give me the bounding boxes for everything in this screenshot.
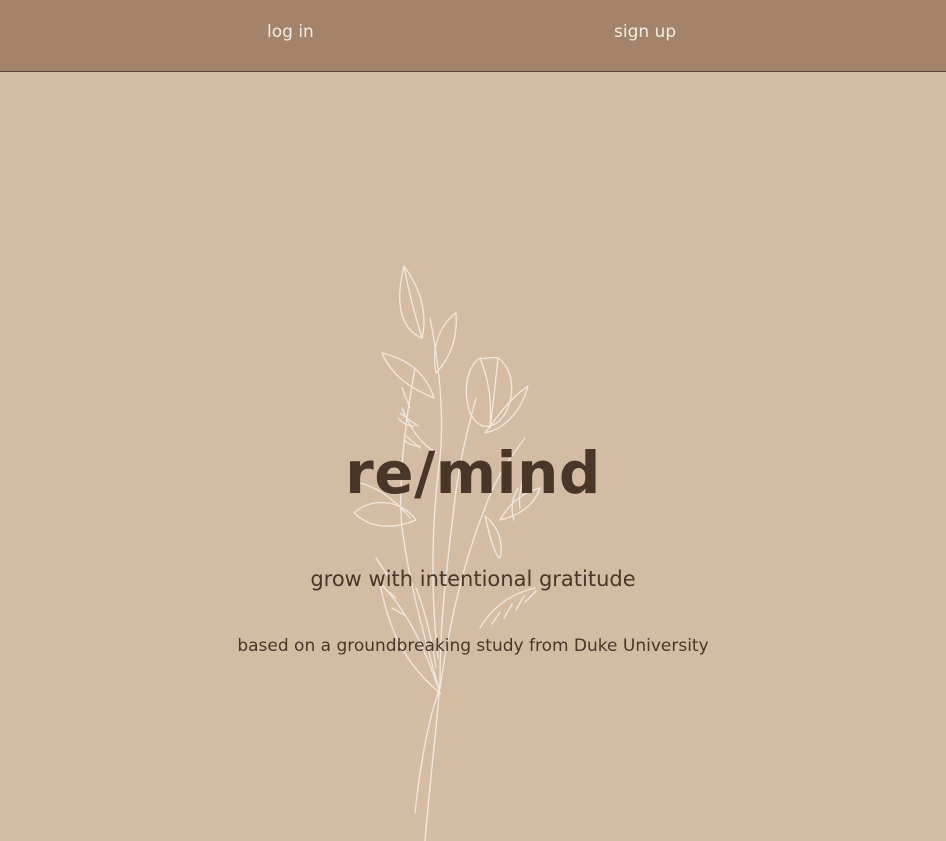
login-link[interactable]: log in xyxy=(267,22,314,42)
tagline: grow with intentional gratitude xyxy=(310,567,636,591)
top-navbar: log in sign up xyxy=(0,0,946,72)
floral-bouquet-illustration xyxy=(353,265,541,841)
study-subtext: based on a groundbreaking study from Duk… xyxy=(237,636,709,656)
brand-title: re/mind xyxy=(345,439,601,507)
signup-link[interactable]: sign up xyxy=(614,22,676,42)
